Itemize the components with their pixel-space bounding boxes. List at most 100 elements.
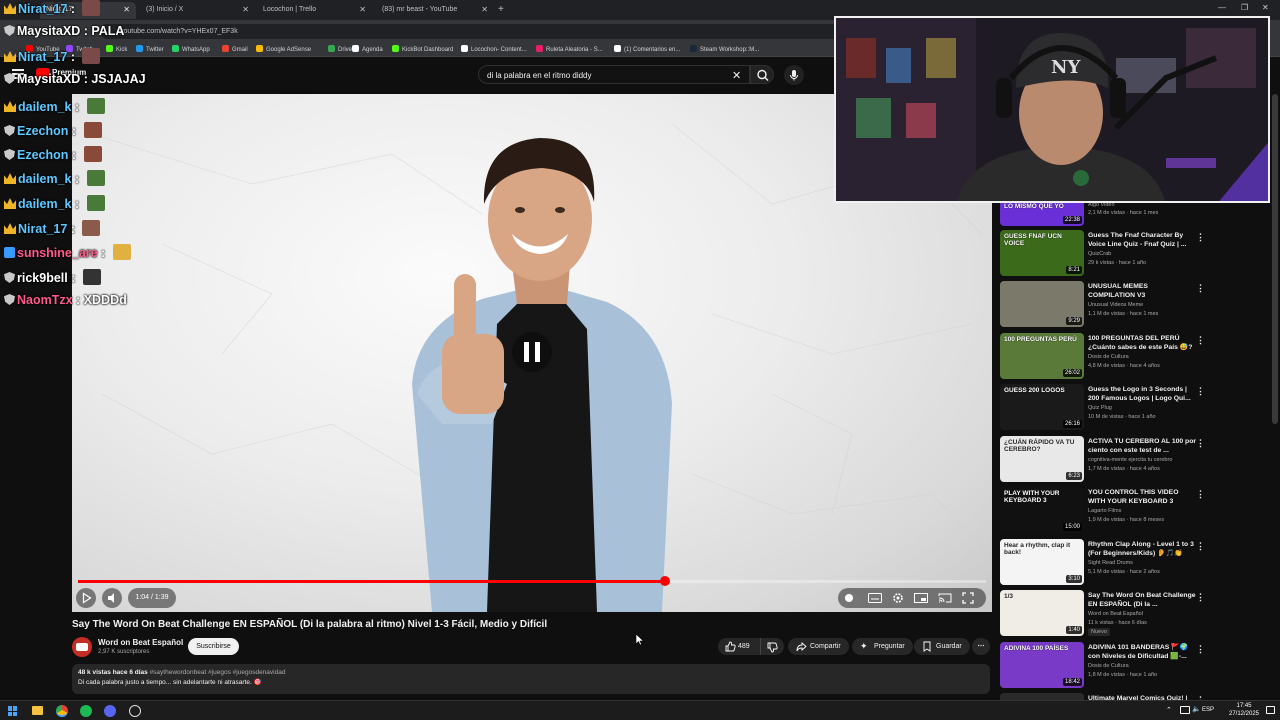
chat-username[interactable]: MaysitaXD xyxy=(17,24,80,38)
notifications-icon[interactable] xyxy=(1266,706,1275,714)
more-options-icon[interactable]: ⋮ xyxy=(1196,489,1205,500)
recommendation-title[interactable]: Guess The Fnaf Character By Voice Line Q… xyxy=(1088,231,1196,249)
file-explorer-icon[interactable] xyxy=(32,706,43,715)
recommendation-item[interactable]: GUESS FNAF UCN VOICE 8:21 Guess The Fnaf C… xyxy=(1000,230,1208,276)
spotify-icon[interactable] xyxy=(80,705,92,717)
more-options-icon[interactable]: ⋮ xyxy=(1196,438,1205,449)
windows-start-icon[interactable] xyxy=(8,706,18,716)
miniplayer-icon[interactable] xyxy=(914,593,928,603)
recommendation-item[interactable]: GUESS 200 LOGOS 26:16 Guess the Logo in 3 … xyxy=(1000,384,1208,430)
like-button[interactable]: 489 xyxy=(718,638,760,655)
more-options-icon[interactable]: ⋮ xyxy=(1196,335,1205,346)
description-box[interactable]: 48 k vistas hace 6 días #saythewordonbea… xyxy=(72,664,990,694)
chat-username[interactable]: rick9bell xyxy=(17,271,68,285)
cast-icon[interactable] xyxy=(938,593,952,603)
tab-trello[interactable]: Locochon | Trello ✕ xyxy=(257,2,372,19)
recommendation-thumbnail[interactable]: 1/3 1:40 xyxy=(1000,590,1084,636)
subtitles-icon[interactable] xyxy=(868,593,882,603)
scrollbar[interactable] xyxy=(1272,94,1278,424)
share-button[interactable]: Compartir xyxy=(788,638,849,655)
recommendation-item[interactable]: LO MISMO QUE YO 22:38 Algo Video 2,1 M de v… xyxy=(1000,200,1208,226)
chat-username[interactable]: Nirat_17 xyxy=(18,222,67,236)
ask-button[interactable]: ✦ Preguntar xyxy=(852,638,913,655)
more-options-icon[interactable]: ⋮ xyxy=(1196,283,1205,294)
recommendation-channel[interactable]: QuizCrab xyxy=(1088,251,1111,257)
tab-youtube[interactable]: (83) mr beast - YouTube ✕ xyxy=(376,2,494,19)
bookmark-item[interactable]: WhatsApp xyxy=(172,45,210,53)
channel-avatar[interactable] xyxy=(72,637,92,657)
pause-overlay[interactable] xyxy=(512,332,552,372)
discord-icon[interactable] xyxy=(104,705,116,717)
close-tab-icon[interactable]: ✕ xyxy=(481,5,488,14)
bookmark-item[interactable]: Steam Workshop::M... xyxy=(690,45,759,53)
recommendation-thumbnail[interactable]: 100 PREGUNTAS PERÚ 26:02 xyxy=(1000,333,1084,379)
close-tab-icon[interactable]: ✕ xyxy=(359,5,366,14)
recommendation-channel[interactable]: Quiz Plug xyxy=(1088,405,1112,411)
subscribe-button[interactable]: Suscribirse xyxy=(188,638,239,655)
chat-username[interactable]: sunshine_are xyxy=(17,246,98,260)
chat-username[interactable]: Ezechon xyxy=(17,148,68,162)
close-window-icon[interactable]: ✕ xyxy=(1262,3,1269,12)
recommendation-thumbnail[interactable]: Hear a rhythm, clap it back! 3:10 xyxy=(1000,539,1084,585)
more-options-icon[interactable]: ⋮ xyxy=(1196,386,1205,397)
recommendation-title[interactable]: Say The Word On Beat Challenge EN ESPAÑO… xyxy=(1088,591,1196,609)
recommendation-item[interactable]: PLAY WITH YOUR KEYBOARD 3 15:00 YOU CONTRO… xyxy=(1000,487,1208,533)
more-options-icon[interactable]: ⋮ xyxy=(1196,592,1205,603)
mute-button[interactable] xyxy=(102,588,122,608)
hashtags[interactable]: #saythewordonbeat #juegos #juegosdenavid… xyxy=(150,669,286,676)
language-indicator[interactable]: ESP xyxy=(1202,707,1214,713)
dislike-button[interactable] xyxy=(760,638,784,655)
play-button[interactable] xyxy=(76,588,96,608)
recommendation-thumbnail[interactable]: PLAY WITH YOUR KEYBOARD 3 15:00 xyxy=(1000,487,1084,533)
recommendation-thumbnail[interactable]: ¿CUÁN RÁPIDO VA TU CEREBRO? 6:23 xyxy=(1000,436,1084,482)
bookmark-item[interactable]: Drive xyxy=(328,45,352,53)
minimize-icon[interactable]: — xyxy=(1218,3,1226,12)
recommendation-item[interactable]: ADIVINA 100 PAÍSES 18:42 ADIVINA 101 BANDE… xyxy=(1000,642,1208,688)
clock-date[interactable]: 27/12/2025 xyxy=(1224,711,1264,717)
tray-chevron-icon[interactable]: ⌃ xyxy=(1166,706,1172,714)
recommendation-item[interactable]: Ultimate Marvel Comics Quiz! | ⋮ xyxy=(1000,693,1208,700)
recommendation-thumbnail[interactable]: ADIVINA 100 PAÍSES 18:42 xyxy=(1000,642,1084,688)
new-tab-button[interactable]: + xyxy=(498,4,504,15)
bookmark-item[interactable]: Twitter xyxy=(136,45,164,53)
recommendation-title[interactable]: 100 PREGUNTAS DEL PERÚ ¿Cuánto sabes de … xyxy=(1088,334,1196,352)
more-options-icon[interactable]: ⋮ xyxy=(1196,644,1205,655)
save-button[interactable]: Guardar xyxy=(914,638,970,655)
bookmark-item[interactable]: Locochon- Content... xyxy=(461,45,527,53)
close-tab-icon[interactable]: ✕ xyxy=(242,5,249,14)
volume-tray-icon[interactable]: 🔈 xyxy=(1192,705,1201,713)
progress-scrubber[interactable] xyxy=(659,576,670,586)
network-icon[interactable] xyxy=(1180,706,1190,714)
recommendation-item[interactable]: 9:29 UNUSUAL MEMES COMPILATION V3 Unusual … xyxy=(1000,281,1208,327)
recommendation-channel[interactable]: Dosis de Cultura xyxy=(1088,663,1129,669)
recommendation-item[interactable]: 1/3 1:40 Say The Word On Beat Challenge EN… xyxy=(1000,590,1208,636)
progress-bar[interactable] xyxy=(78,576,986,586)
more-options-icon[interactable]: ⋮ xyxy=(1196,541,1205,552)
tab-x[interactable]: (3) Inicio / X ✕ xyxy=(140,2,255,19)
bookmark-item[interactable]: Agenda xyxy=(352,45,383,53)
chat-username[interactable]: Ezechon xyxy=(17,124,68,138)
recommendation-title[interactable]: YOU CONTROL THIS VIDEO WITH YOUR KEYBOAR… xyxy=(1088,488,1196,506)
chat-username[interactable]: Nirat_17 xyxy=(18,2,67,16)
recommendation-channel[interactable]: Lagarto Films xyxy=(1088,508,1121,514)
search-input[interactable]: di la palabra en el ritmo diddy xyxy=(478,65,750,84)
recommendation-item[interactable]: ¿CUÁN RÁPIDO VA TU CEREBRO? 6:23 ACTIVA TU… xyxy=(1000,436,1208,482)
bookmark-item[interactable]: Kick xyxy=(106,45,127,53)
search-button[interactable] xyxy=(750,65,774,84)
recommendation-channel[interactable]: Unusual Videos Meme xyxy=(1088,302,1143,308)
recommendation-title[interactable]: ACTIVA TU CEREBRO AL 100 por ciento con … xyxy=(1088,437,1196,455)
chat-username[interactable]: dailem_k xyxy=(18,172,72,186)
recommendation-thumbnail[interactable]: GUESS 200 LOGOS 26:16 xyxy=(1000,384,1084,430)
settings-gear-icon[interactable] xyxy=(892,592,904,604)
fullscreen-icon[interactable] xyxy=(962,592,974,604)
bookmark-item[interactable]: (1) Comentarios en... xyxy=(614,45,680,53)
channel-name[interactable]: Word on Beat Español xyxy=(98,638,183,647)
maximize-icon[interactable]: ❐ xyxy=(1241,3,1248,12)
obs-icon[interactable] xyxy=(129,705,141,717)
recommendation-thumbnail[interactable]: GUESS FNAF UCN VOICE 8:21 xyxy=(1000,230,1084,276)
recommendation-channel[interactable]: Sight Read Drums xyxy=(1088,560,1133,566)
chat-username[interactable]: dailem_k xyxy=(18,197,72,211)
chrome-icon[interactable] xyxy=(56,705,68,717)
recommendation-channel[interactable]: cognitiva-mente ejercita tu cerebro xyxy=(1088,457,1172,463)
recommendation-channel[interactable]: Dosis de Cultura xyxy=(1088,354,1129,360)
